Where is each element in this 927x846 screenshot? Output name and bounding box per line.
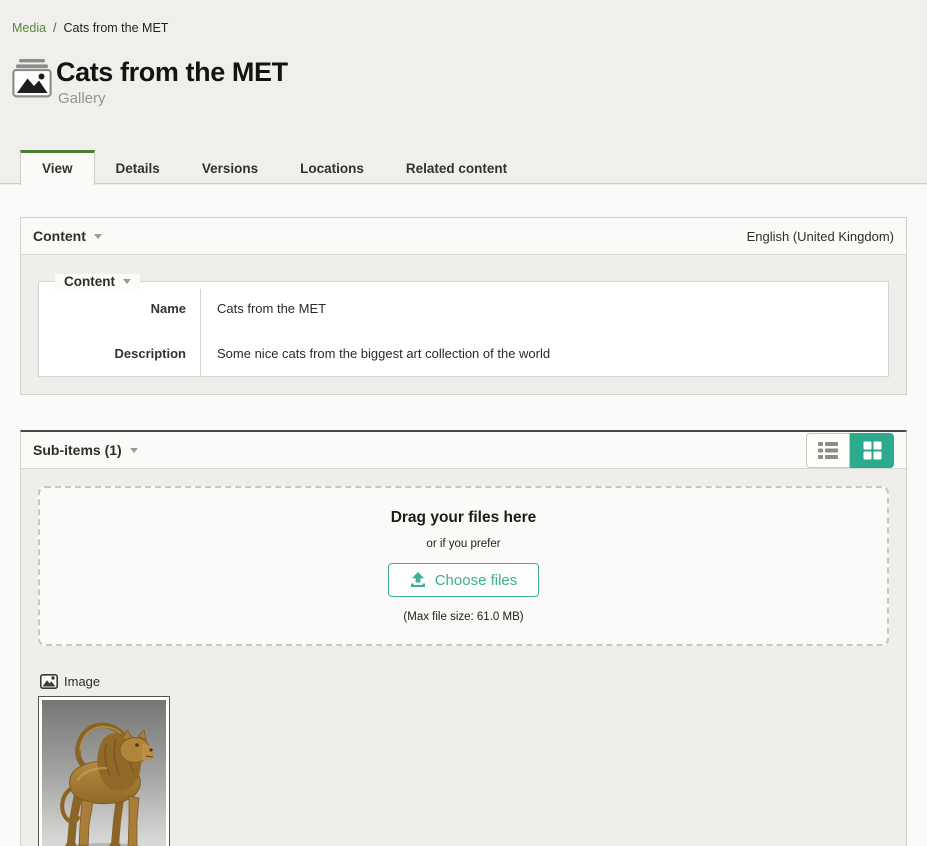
content-section-body: Content Name Cats from the MET Descripti… <box>21 255 906 394</box>
breadcrumb: Media / Cats from the MET <box>12 21 168 35</box>
tab-related-content[interactable]: Related content <box>385 150 528 184</box>
view-mode-toggle <box>806 433 894 468</box>
grid-view-icon <box>863 441 882 460</box>
subitem-card: Image <box>38 674 889 846</box>
field-row-name: Name Cats from the MET <box>39 289 888 331</box>
subitems-section-header[interactable]: Sub-items (1) <box>21 432 906 469</box>
tab-versions[interactable]: Versions <box>181 150 279 184</box>
field-value-name: Cats from the MET <box>201 289 888 331</box>
tab-locations[interactable]: Locations <box>279 150 385 184</box>
file-dropzone[interactable]: Drag your files here or if you prefer Ch… <box>38 486 889 646</box>
content-type-label: Gallery <box>58 90 288 107</box>
caret-down-icon <box>94 234 102 239</box>
choose-files-button[interactable]: Choose files <box>388 563 540 597</box>
list-view-button[interactable] <box>806 433 850 468</box>
language-label: English (United Kingdom) <box>747 229 894 244</box>
dropzone-heading: Drag your files here <box>50 509 877 527</box>
subitem-thumbnail[interactable] <box>38 696 170 846</box>
subitem-type-row: Image <box>40 674 889 689</box>
subitems-section-title: Sub-items (1) <box>33 442 122 458</box>
list-view-icon <box>818 442 838 459</box>
dropzone-subheading: or if you prefer <box>50 538 877 550</box>
gallery-icon <box>12 58 53 98</box>
max-file-size-note: (Max file size: 61.0 MB) <box>50 611 877 623</box>
tab-bar: View Details Versions Locations Related … <box>0 150 927 184</box>
grid-view-button[interactable] <box>850 433 894 468</box>
image-icon <box>40 674 58 689</box>
subitem-type-label: Image <box>64 674 100 689</box>
content-fieldset-title: Content <box>64 274 115 289</box>
field-label-description: Description <box>39 331 201 376</box>
upload-icon <box>410 572 426 588</box>
field-value-description: Some nice cats from the biggest art coll… <box>201 331 888 376</box>
content-section-header[interactable]: Content English (United Kingdom) <box>21 218 906 255</box>
view-tab-panel: Content English (United Kingdom) Content… <box>0 185 927 846</box>
content-section: Content English (United Kingdom) Content… <box>20 217 907 395</box>
caret-down-icon <box>130 448 138 453</box>
tab-details[interactable]: Details <box>95 150 181 184</box>
field-row-description: Description Some nice cats from the bigg… <box>39 331 888 376</box>
tab-view[interactable]: View <box>20 150 95 185</box>
breadcrumb-separator: / <box>53 21 56 35</box>
content-section-title: Content <box>33 228 86 244</box>
lion-statue-image <box>42 700 166 846</box>
content-fieldset: Content Name Cats from the MET Descripti… <box>38 274 889 377</box>
choose-files-label: Choose files <box>435 572 518 589</box>
breadcrumb-media-link[interactable]: Media <box>12 21 46 35</box>
page-title: Cats from the MET <box>56 57 288 87</box>
breadcrumb-current: Cats from the MET <box>64 21 169 35</box>
subitems-section-body: Drag your files here or if you prefer Ch… <box>21 469 906 846</box>
field-label-name: Name <box>39 289 201 331</box>
content-fieldset-legend: Content <box>55 274 140 289</box>
caret-down-icon <box>123 279 131 284</box>
page-title-block: Cats from the MET Gallery <box>12 57 288 107</box>
subitems-section: Sub-items (1) <box>20 430 907 846</box>
